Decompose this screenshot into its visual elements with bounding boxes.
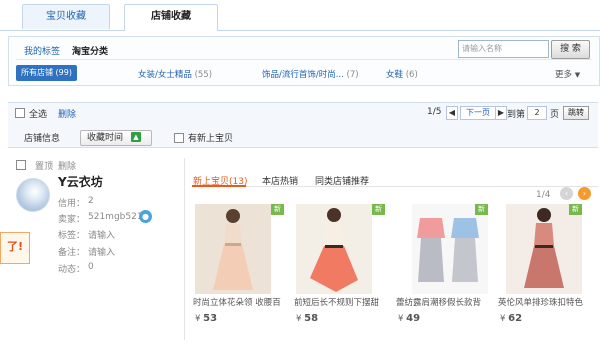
seller-label: 卖家： bbox=[58, 215, 86, 225]
category-count: (55) bbox=[194, 70, 213, 80]
panel-divider bbox=[16, 59, 592, 60]
currency-symbol: ¥ bbox=[398, 314, 404, 324]
next-page-button[interactable]: 下一页 bbox=[460, 106, 496, 120]
active-tab-indicator bbox=[192, 185, 246, 187]
product-tab-underline bbox=[192, 186, 598, 187]
product-title-link[interactable]: 英伦风单排珍珠扣特色 bbox=[498, 296, 594, 308]
product-price: ¥ 58 bbox=[296, 313, 318, 324]
caret-down-icon: ▼ bbox=[574, 71, 581, 79]
credit-value: 2 bbox=[88, 196, 94, 206]
new-badge: 新 bbox=[569, 204, 582, 215]
product-price: ¥ 53 bbox=[195, 313, 217, 324]
product-image[interactable] bbox=[296, 204, 372, 294]
category-count: (6) bbox=[405, 70, 418, 80]
activity-label: 动态： bbox=[58, 265, 86, 275]
product-image[interactable] bbox=[506, 204, 582, 294]
seller-name[interactable]: 521mgb521 bbox=[88, 212, 143, 222]
currency-symbol: ¥ bbox=[500, 314, 506, 324]
next-products-icon[interactable]: › bbox=[578, 187, 591, 200]
dress-pair-illustration bbox=[412, 204, 488, 294]
promo-popup[interactable]: 了! bbox=[0, 232, 30, 264]
dress-illustration bbox=[506, 204, 582, 294]
has-new-items-checkbox[interactable] bbox=[174, 133, 184, 143]
dress-illustration bbox=[195, 204, 271, 294]
pin-top-link[interactable]: 置顶 bbox=[35, 159, 53, 172]
new-badge: 新 bbox=[475, 204, 488, 215]
category-name: 女鞋 bbox=[386, 70, 404, 80]
category-name: 女装/女士精品 bbox=[138, 70, 192, 80]
product-title-link[interactable]: 蕾纺露肩潮移假长款背 bbox=[396, 296, 492, 308]
category-womens-clothing[interactable]: 女装/女士精品 (55) bbox=[138, 68, 212, 80]
prev-products-icon[interactable]: ‹ bbox=[560, 187, 573, 200]
product-image[interactable] bbox=[195, 204, 271, 294]
has-new-items-label: 有新上宝贝 bbox=[188, 134, 234, 144]
select-all-label: 全选 bbox=[29, 110, 48, 120]
category-accessories[interactable]: 饰品/流行首饰/时尚... (7) bbox=[262, 68, 359, 80]
price-value: 53 bbox=[203, 313, 218, 324]
price-value: 58 bbox=[304, 313, 319, 324]
more-label: 更多 bbox=[555, 70, 573, 80]
select-all-checkbox[interactable] bbox=[15, 108, 25, 118]
product-title-link[interactable]: 前短后长不规则下摆甜 bbox=[294, 296, 390, 308]
product-image[interactable] bbox=[412, 204, 488, 294]
search-button[interactable]: 搜 索 bbox=[551, 40, 590, 59]
shop-info-header: 店铺信息 bbox=[24, 134, 61, 144]
dress-illustration bbox=[296, 204, 372, 294]
note-label: 备注： bbox=[58, 248, 86, 258]
note-input[interactable]: 请输入 bbox=[88, 245, 115, 258]
shop-avatar[interactable] bbox=[16, 178, 50, 212]
price-value: 49 bbox=[406, 313, 421, 324]
price-value: 62 bbox=[508, 313, 523, 324]
shop-select-checkbox[interactable] bbox=[16, 160, 26, 170]
page-info: 1/5 bbox=[427, 107, 442, 117]
credit-label: 信用： bbox=[58, 199, 86, 209]
sort-by-collect-time-button[interactable]: 收藏时间 bbox=[80, 130, 152, 146]
shop-name-link[interactable]: Y云衣坊 bbox=[58, 173, 103, 190]
product-price: ¥ 49 bbox=[398, 313, 420, 324]
taobao-category-tab[interactable]: 淘宝分类 bbox=[72, 44, 108, 57]
all-shops-filter[interactable]: 所有店铺 (99) bbox=[16, 65, 77, 81]
jump-button[interactable]: 跳转 bbox=[563, 106, 589, 120]
currency-symbol: ¥ bbox=[296, 314, 302, 324]
more-dropdown[interactable]: 更多 ▼ bbox=[555, 68, 580, 80]
tab-item-favorites[interactable]: 宝贝收藏 bbox=[22, 4, 110, 29]
product-price: ¥ 62 bbox=[500, 313, 522, 324]
activity-value: 0 bbox=[88, 262, 94, 272]
my-tags-link[interactable]: 我的标签 bbox=[24, 44, 60, 57]
category-count: (7) bbox=[346, 70, 359, 80]
category-womens-shoes[interactable]: 女鞋 (6) bbox=[386, 68, 418, 80]
page-unit-label: 页 bbox=[550, 110, 560, 120]
product-pager: 1/4 bbox=[536, 190, 551, 200]
next-page-icon[interactable]: ▶ bbox=[495, 106, 507, 120]
search-input[interactable]: 请输入名称 bbox=[458, 40, 549, 58]
tag-input[interactable]: 请输入 bbox=[88, 228, 115, 241]
page-number-input[interactable]: 2 bbox=[527, 106, 547, 120]
prev-page-icon[interactable]: ◀ bbox=[446, 106, 458, 120]
goto-label: 到第 bbox=[507, 110, 526, 120]
new-badge: 新 bbox=[372, 204, 385, 215]
product-title-link[interactable]: 时尚立体花朵领 收腰百 bbox=[193, 296, 289, 308]
sort-up-icon: ▲ bbox=[131, 132, 141, 142]
category-name: 饰品/流行首饰/时尚... bbox=[262, 70, 344, 80]
shop-delete-link[interactable]: 删除 bbox=[58, 159, 76, 172]
new-badge: 新 bbox=[271, 204, 284, 215]
batch-delete-link[interactable]: 删除 bbox=[58, 107, 76, 120]
chat-icon[interactable]: ● bbox=[139, 210, 152, 223]
tag-label: 标签： bbox=[58, 231, 86, 241]
column-divider bbox=[184, 158, 185, 340]
currency-symbol: ¥ bbox=[195, 314, 201, 324]
tab-shop-favorites[interactable]: 店铺收藏 bbox=[124, 4, 218, 31]
